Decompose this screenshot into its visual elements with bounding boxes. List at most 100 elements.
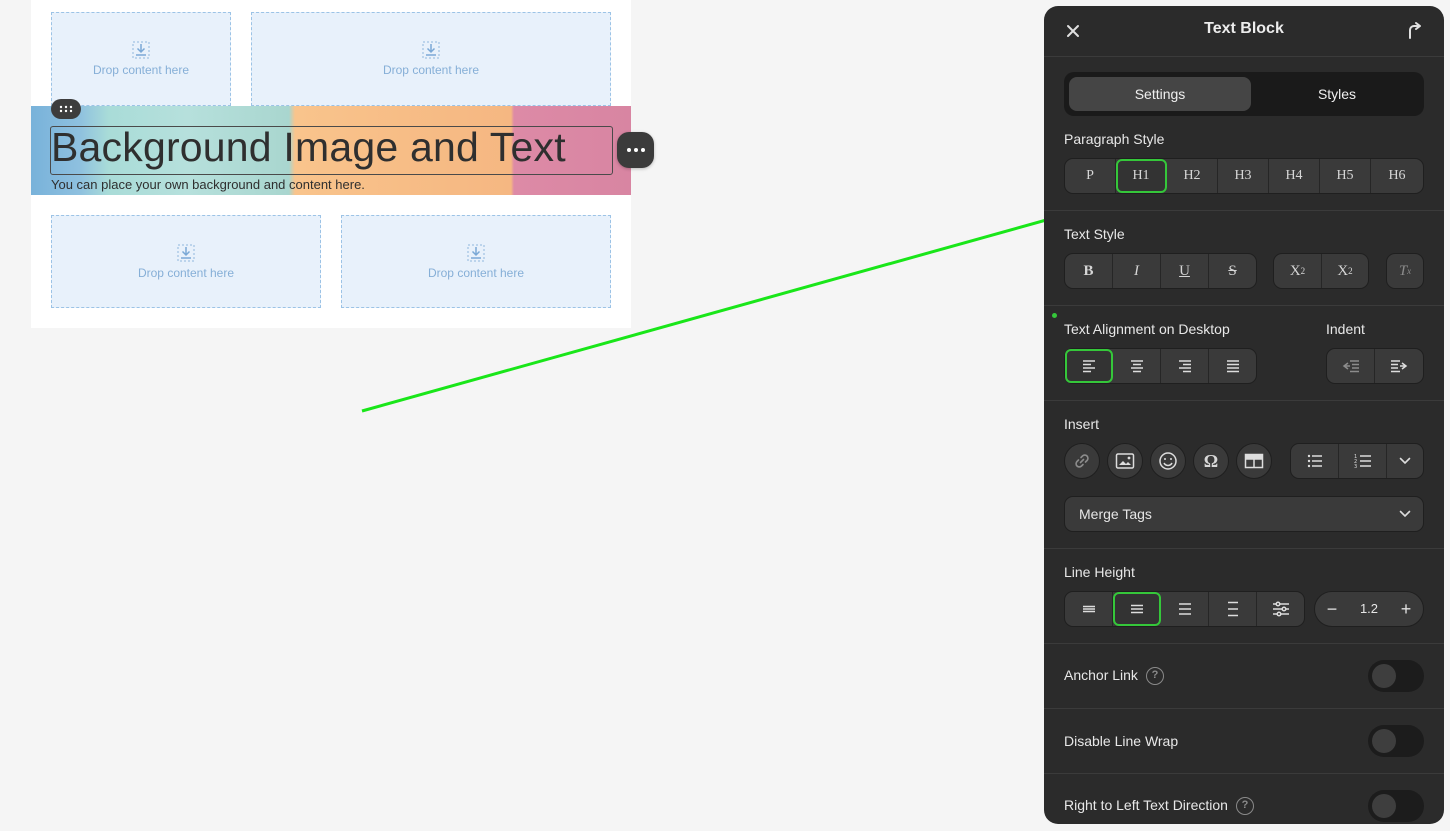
drop-zone[interactable]: Drop content here — [341, 215, 611, 308]
bullet-list-icon — [1307, 454, 1322, 468]
line-height-value[interactable]: 1.2 — [1349, 601, 1389, 616]
image-icon — [1115, 453, 1135, 469]
toggle-knob — [1372, 794, 1396, 818]
line-height-relaxed-button[interactable] — [1161, 592, 1209, 626]
line-height-group — [1064, 591, 1305, 627]
line-height-tight-button[interactable] — [1065, 592, 1113, 626]
help-icon[interactable]: ? — [1145, 667, 1164, 686]
tab-settings[interactable]: Settings — [1069, 77, 1251, 111]
paragraph-style-label: Paragraph Style — [1064, 131, 1165, 147]
ellipsis-icon — [626, 148, 645, 152]
right-align-icon — [1178, 360, 1191, 373]
selected-text-block-outline[interactable] — [50, 126, 613, 175]
drop-text: Drop content here — [427, 265, 525, 280]
divider — [1044, 56, 1444, 57]
strikethrough-button[interactable]: S — [1209, 254, 1256, 288]
panel-header: Text Block — [1044, 6, 1444, 56]
insert-table-button[interactable] — [1236, 443, 1272, 479]
tab-styles[interactable]: Styles — [1246, 77, 1428, 111]
grip-icon — [59, 105, 73, 113]
line-height-loose-button[interactable] — [1209, 592, 1257, 626]
clear-format-t: T — [1398, 262, 1408, 279]
paragraph-style-h4[interactable]: H4 — [1269, 159, 1320, 193]
drop-icon — [177, 244, 195, 261]
merge-tags-dropdown[interactable]: Merge Tags — [1064, 496, 1424, 532]
more-lists-button[interactable] — [1387, 444, 1423, 478]
disable-line-wrap-toggle[interactable] — [1368, 725, 1424, 757]
toggle-knob — [1372, 664, 1396, 688]
superscript-button[interactable]: X2 — [1322, 254, 1368, 288]
underline-button[interactable]: U — [1161, 254, 1209, 288]
alignment-group — [1064, 348, 1257, 384]
paragraph-style-h3[interactable]: H3 — [1218, 159, 1269, 193]
anchor-link-label: Anchor Link? — [1064, 667, 1164, 686]
italic-button[interactable]: I — [1113, 254, 1161, 288]
superscript-x: X — [1337, 262, 1349, 279]
indent-button[interactable] — [1375, 349, 1423, 383]
line-height-decrease-button[interactable]: − — [1315, 592, 1349, 626]
bold-button[interactable]: B — [1065, 254, 1113, 288]
drop-icon — [422, 41, 440, 59]
outdent-icon — [1342, 360, 1359, 373]
drop-text: Drop content here — [382, 63, 480, 77]
line-height-normal-button[interactable] — [1113, 592, 1161, 626]
divider — [1044, 400, 1444, 401]
align-left-button[interactable] — [1065, 349, 1113, 383]
anchor-link-text: Anchor Link — [1064, 667, 1138, 683]
rtl-toggle[interactable] — [1368, 790, 1424, 822]
line-height-normal-icon — [1130, 604, 1143, 614]
drop-zone[interactable]: Drop content here — [251, 12, 611, 106]
line-height-increase-button[interactable]: + — [1389, 592, 1423, 626]
drop-text: Drop content here — [137, 265, 235, 280]
drop-zone[interactable]: Drop content here — [51, 12, 231, 106]
clear-format-group: Tx — [1386, 253, 1424, 289]
omega-icon: Ω — [1203, 450, 1219, 471]
link-icon — [1075, 454, 1089, 468]
divider — [1044, 643, 1444, 644]
pop-out-icon[interactable] — [1404, 21, 1424, 41]
text-block-panel: Text Block Settings Styles Paragraph Sty… — [1044, 6, 1444, 824]
drop-text: Drop content here — [92, 63, 190, 77]
drop-icon — [467, 244, 485, 261]
line-height-label: Line Height — [1064, 564, 1135, 580]
paragraph-style-p[interactable]: P — [1065, 159, 1116, 193]
clear-formatting-button[interactable]: Tx — [1387, 254, 1423, 288]
insert-special-char-button[interactable]: Ω — [1193, 443, 1229, 479]
anchor-link-toggle[interactable] — [1368, 660, 1424, 692]
more-options-button[interactable] — [617, 132, 654, 168]
divider — [1044, 210, 1444, 211]
numbered-list-button[interactable]: 123 — [1339, 444, 1387, 478]
paragraph-style-h2[interactable]: H2 — [1167, 159, 1218, 193]
divider — [1044, 305, 1444, 306]
bullet-list-button[interactable] — [1291, 444, 1339, 478]
rtl-label: Right to Left Text Direction? — [1064, 797, 1254, 816]
insert-emoji-button[interactable] — [1150, 443, 1186, 479]
align-justify-button[interactable] — [1209, 349, 1256, 383]
disable-line-wrap-label: Disable Line Wrap — [1064, 733, 1179, 749]
indent-icon — [1391, 360, 1408, 373]
outdent-button[interactable] — [1327, 349, 1375, 383]
subtitle-text[interactable]: You can place your own background and co… — [51, 177, 365, 192]
help-icon[interactable]: ? — [1235, 797, 1254, 816]
insert-image-button[interactable] — [1107, 443, 1143, 479]
text-style-label: Text Style — [1064, 226, 1125, 242]
paragraph-style-h5[interactable]: H5 — [1320, 159, 1371, 193]
justify-icon — [1226, 360, 1239, 373]
drop-zone[interactable]: Drop content here — [51, 215, 321, 308]
insert-label: Insert — [1064, 416, 1100, 432]
center-align-icon — [1130, 360, 1143, 373]
line-height-custom-button[interactable] — [1257, 592, 1304, 626]
subscript-button[interactable]: X2 — [1274, 254, 1322, 288]
paragraph-style-h1[interactable]: H1 — [1116, 159, 1167, 193]
insert-link-button[interactable] — [1064, 443, 1100, 479]
superscript-mark: 2 — [1348, 266, 1353, 276]
paragraph-style-h6[interactable]: H6 — [1371, 159, 1423, 193]
toggle-knob — [1372, 729, 1396, 753]
emoji-icon — [1159, 452, 1177, 470]
left-align-icon — [1082, 360, 1095, 373]
drag-handle[interactable] — [51, 99, 81, 119]
svg-text:3: 3 — [1354, 464, 1357, 469]
align-center-button[interactable] — [1113, 349, 1161, 383]
align-right-button[interactable] — [1161, 349, 1209, 383]
divider — [1044, 708, 1444, 709]
